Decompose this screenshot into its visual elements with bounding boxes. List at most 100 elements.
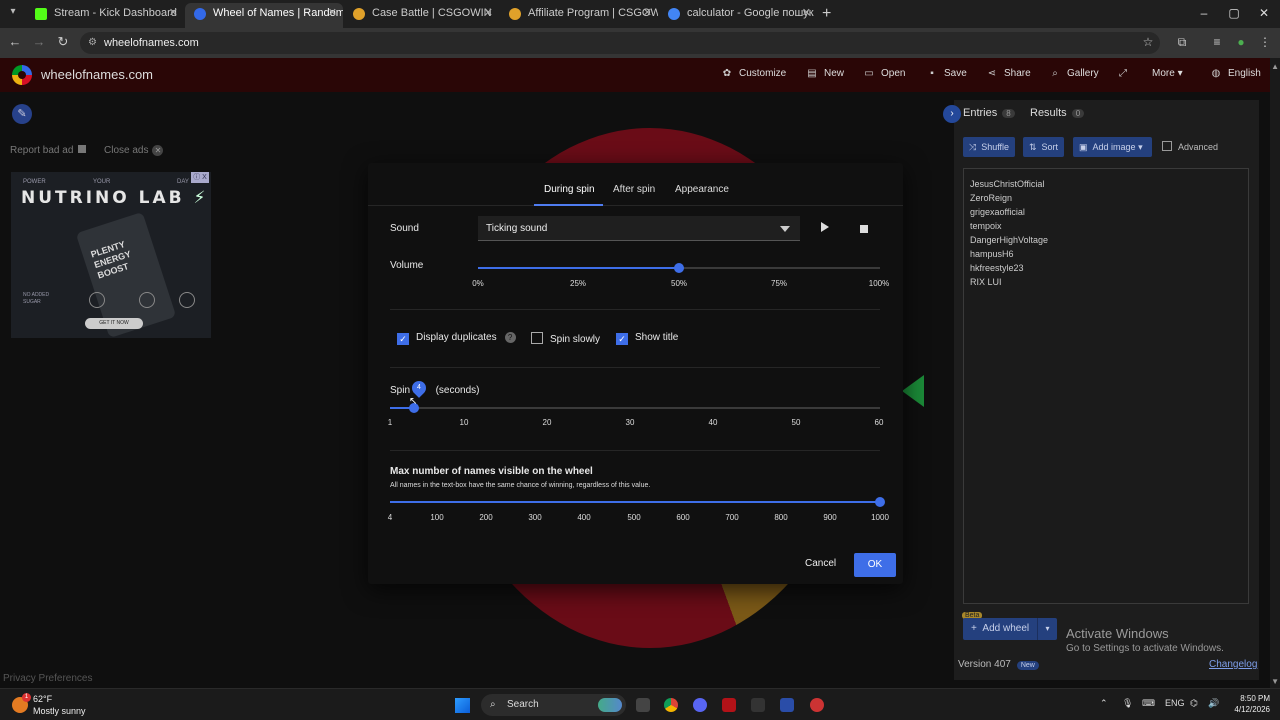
reading-list-icon[interactable]: ≡ [1208, 35, 1226, 49]
cancel-button[interactable]: Cancel [805, 558, 836, 569]
sort-button[interactable]: ⇅ Sort [1023, 137, 1065, 157]
weather-icon[interactable] [12, 693, 31, 713]
clock[interactable]: 8:50 PM 4/12/2026 [1226, 693, 1270, 715]
tab-google-calculator[interactable]: calculator - Google пошук ✕ [659, 3, 817, 28]
display-duplicates-checkbox[interactable]: ✓ Display duplicates? [397, 332, 516, 345]
microphone-icon[interactable]: 🎙 [1122, 698, 1133, 709]
help-icon[interactable]: ? [504, 332, 516, 343]
taskbar-search[interactable]: ⌕ Search [481, 694, 626, 716]
ad-info-icon[interactable]: ⓘ X [191, 172, 209, 183]
spin-time-slider[interactable] [390, 403, 880, 413]
close-ads-link[interactable]: Close ads ✕ [104, 145, 164, 156]
list-item[interactable]: ZeroReign [970, 191, 1242, 205]
tab-case-battle[interactable]: Case Battle | CSGOWIN ✕ [344, 3, 499, 28]
discord-icon[interactable] [693, 698, 707, 712]
list-item[interactable]: RIX LUI [970, 275, 1242, 289]
network-icon[interactable]: ⌬ [1190, 698, 1198, 709]
back-icon[interactable]: ← [6, 34, 24, 49]
volume-slider[interactable] [478, 263, 880, 273]
tray-chevron-up-icon[interactable]: ⌃ [1100, 698, 1108, 709]
volume-slider-thumb[interactable] [674, 263, 684, 273]
list-item[interactable]: JesusChristOfficial [970, 177, 1242, 191]
app-icon[interactable] [810, 698, 824, 712]
checkbox-box[interactable] [1162, 141, 1172, 151]
tab-appearance[interactable]: Appearance [675, 184, 729, 195]
page-scrollbar[interactable]: ▲ ▼ [1270, 58, 1280, 688]
tab-kick[interactable]: Stream - Kick Dashboard ✕ [26, 3, 184, 28]
report-ad-link[interactable]: Report bad ad [10, 145, 87, 156]
app-icon[interactable] [722, 698, 736, 712]
list-item[interactable]: grigexaofficial [970, 205, 1242, 219]
play-icon[interactable] [821, 222, 829, 232]
gallery-button[interactable]: ⌕ Gallery [1049, 68, 1099, 79]
shuffle-button[interactable]: ⤨ Shuffle [963, 137, 1016, 157]
show-title-checkbox[interactable]: ✓ Show title [616, 332, 678, 345]
advertisement[interactable]: POWER YOUR DAY NUTRINO LAB ⚡ PLENTY ENER… [11, 172, 211, 338]
ad-cta-button[interactable]: GET IT NOW [85, 318, 143, 329]
windows-start-icon[interactable] [455, 698, 470, 713]
stop-icon[interactable] [860, 225, 868, 233]
save-button[interactable]: ▪ Save [926, 68, 967, 79]
new-button[interactable]: ▤ New [806, 68, 844, 79]
share-button[interactable]: ⋖ Share [986, 68, 1031, 79]
keyboard-icon[interactable]: ⌨ [1142, 698, 1155, 709]
extensions-icon[interactable]: ⧉ [1173, 35, 1191, 50]
tab-during-spin[interactable]: During spin [544, 184, 595, 195]
sound-select[interactable]: Ticking sound [478, 216, 800, 241]
close-tab-icon[interactable]: ✕ [328, 3, 337, 24]
language-button[interactable]: ◍ English [1210, 68, 1261, 79]
checkbox-box[interactable] [531, 332, 543, 344]
edit-pencil-icon[interactable]: ✎ [12, 104, 32, 124]
tab-affiliate[interactable]: Affiliate Program | CSGOWIN | ✕ [500, 3, 658, 28]
app-icon[interactable] [780, 698, 794, 712]
browser-menu-icon[interactable]: ⋮ [1256, 35, 1274, 49]
entries-textbox[interactable]: JesusChristOfficial ZeroReign grigexaoff… [963, 168, 1249, 604]
close-tab-icon[interactable]: ✕ [643, 3, 652, 24]
list-item[interactable]: hkfreestyle23 [970, 261, 1242, 275]
open-button[interactable]: ▭ Open [863, 68, 905, 79]
chrome-icon[interactable] [664, 698, 678, 712]
minimize-icon[interactable]: – [1194, 6, 1214, 20]
list-item[interactable]: tempoix [970, 219, 1242, 233]
close-tab-icon[interactable]: ✕ [169, 3, 178, 24]
bookmark-star-icon[interactable]: ☆ [1139, 35, 1157, 49]
fullscreen-button[interactable]: ⤢ [1117, 68, 1135, 79]
reload-icon[interactable]: ↻ [54, 34, 72, 50]
scroll-up-icon[interactable]: ▲ [1271, 62, 1279, 71]
tab-after-spin[interactable]: After spin [613, 184, 655, 195]
maximize-icon[interactable]: ▢ [1224, 6, 1244, 20]
more-menu-button[interactable]: More ▾ [1152, 68, 1183, 79]
chevron-down-icon[interactable]: ▾ [1037, 618, 1057, 640]
list-item[interactable]: hampusH6 [970, 247, 1242, 261]
privacy-preferences-link[interactable]: Privacy Preferences [3, 673, 92, 684]
checkbox-checked-icon[interactable]: ✓ [616, 333, 628, 345]
volume-icon[interactable]: 🔊 [1208, 698, 1219, 709]
add-image-button[interactable]: ▣ Add image ▾ [1073, 137, 1152, 157]
list-item[interactable]: DangerHighVoltage [970, 233, 1242, 247]
advanced-checkbox[interactable]: Advanced [1162, 141, 1218, 152]
task-view-icon[interactable] [636, 698, 650, 712]
max-names-slider-thumb[interactable] [875, 497, 885, 507]
site-info-icon[interactable]: ⚙ [88, 37, 100, 49]
tab-results[interactable]: Results 0 [1030, 107, 1085, 119]
profile-icon[interactable]: ● [1232, 35, 1250, 49]
changelog-link[interactable]: Changelog [1209, 659, 1257, 670]
tab-search-icon[interactable]: ▾ [4, 6, 22, 22]
site-name[interactable]: wheelofnames.com [41, 67, 153, 82]
wheel-logo-icon[interactable] [12, 65, 32, 85]
scroll-down-icon[interactable]: ▼ [1271, 677, 1279, 686]
app-icon[interactable] [751, 698, 765, 712]
language-indicator[interactable]: ENG [1165, 698, 1185, 708]
close-tab-icon[interactable]: ✕ [484, 3, 493, 24]
collapse-panel-icon[interactable]: › [943, 105, 961, 123]
close-window-icon[interactable]: ✕ [1254, 6, 1274, 20]
tab-wheel-of-names[interactable]: Wheel of Names | Random nam ✕ [185, 3, 343, 28]
close-tab-icon[interactable]: ✕ [802, 3, 811, 24]
new-tab-icon[interactable]: + [822, 5, 831, 23]
forward-icon[interactable]: → [30, 34, 48, 49]
checkbox-checked-icon[interactable]: ✓ [397, 333, 409, 345]
url-bar[interactable]: ⚙ wheelofnames.com [80, 32, 1160, 54]
spin-slowly-checkbox[interactable]: Spin slowly [531, 332, 600, 345]
add-wheel-button[interactable]: + Add wheel ▾ [963, 618, 1057, 640]
ok-button[interactable]: OK [854, 553, 896, 577]
